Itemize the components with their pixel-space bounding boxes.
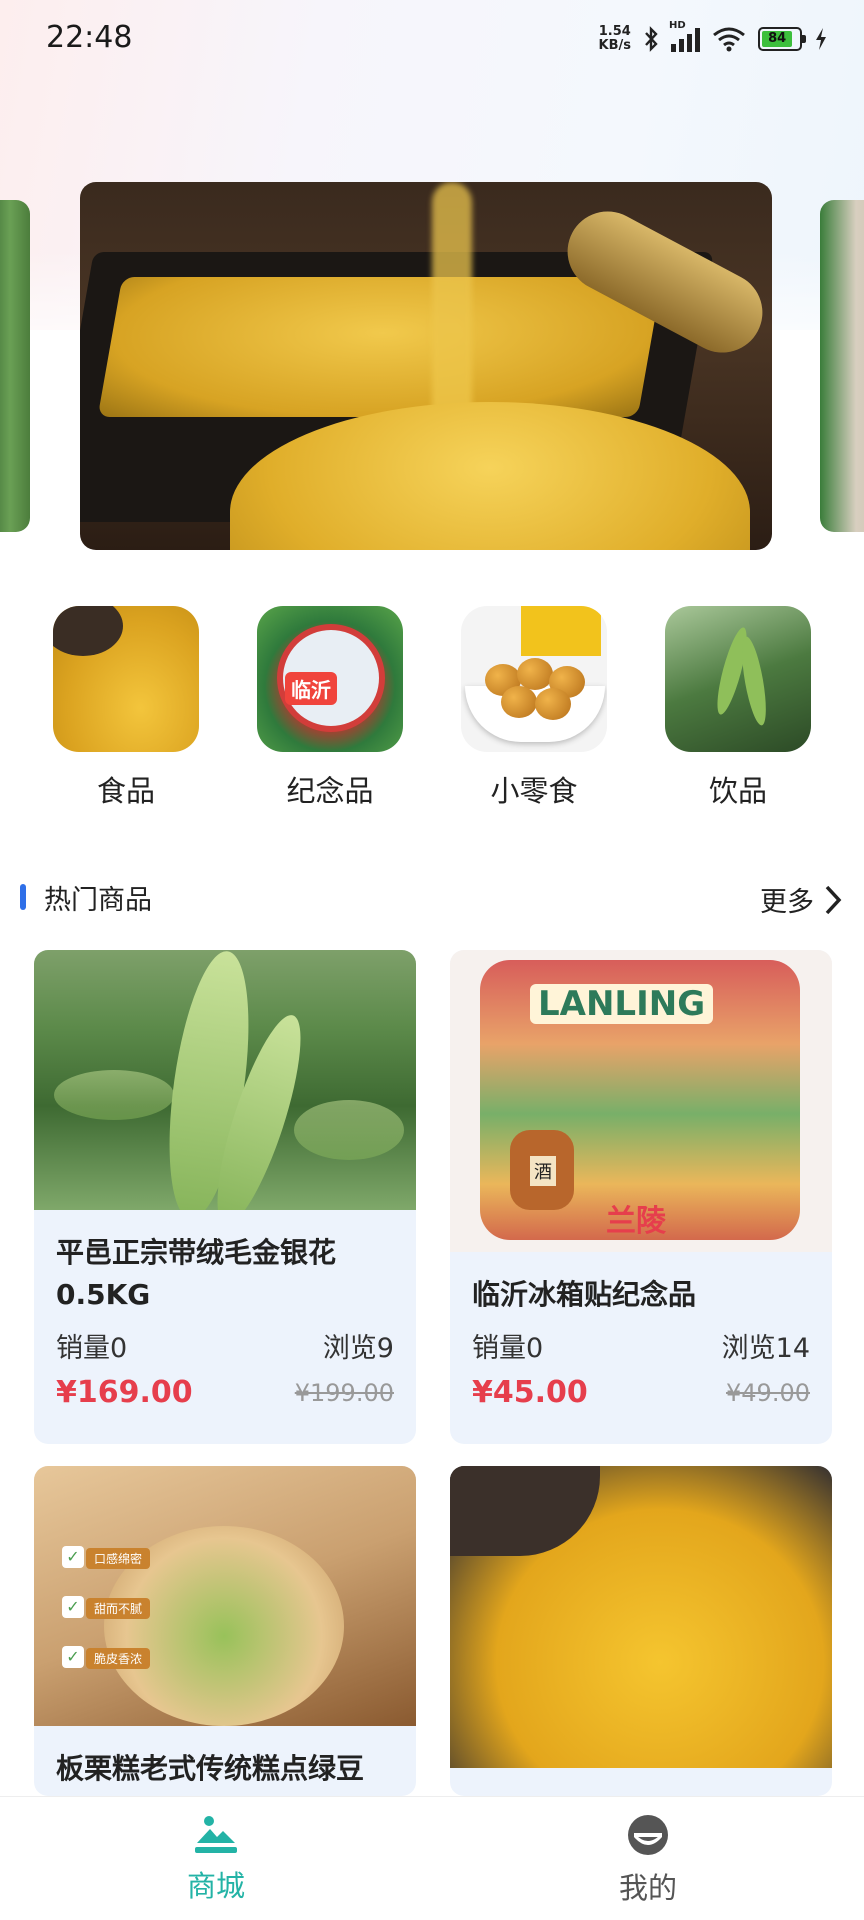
- battery-icon: 84: [758, 27, 806, 51]
- banner-main-slide[interactable]: [80, 182, 772, 550]
- souvenir-image-text: 临沂: [285, 672, 337, 705]
- category-food[interactable]: 食品: [24, 606, 228, 810]
- category-snack[interactable]: 小零食: [432, 606, 636, 810]
- magnet-title: LANLING: [530, 984, 714, 1024]
- product-tag: 脆皮香浓: [86, 1648, 151, 1669]
- category-drink[interactable]: 饮品: [636, 606, 840, 810]
- category-label: 食品: [96, 774, 155, 808]
- product-name: 板栗糕老式传统糕点绿豆: [56, 1752, 365, 1785]
- bottom-tab-bar: 商城 我的: [0, 1796, 864, 1920]
- category-drink-image: [665, 606, 811, 752]
- product-views: 浏览9: [322, 1333, 394, 1364]
- banner-millet-stream: [432, 182, 472, 432]
- product-card[interactable]: [450, 1466, 832, 1796]
- product-original-price: ¥199.00: [294, 1378, 394, 1407]
- product-card[interactable]: ✓ 口感绵密 ✓ 甜而不腻 ✓ 脆皮香浓 板栗糕老式传统糕点绿豆: [34, 1466, 416, 1796]
- product-tag: 甜而不腻: [86, 1598, 151, 1619]
- status-time: 22:48: [46, 20, 133, 55]
- product-sales: 销量0: [56, 1333, 128, 1364]
- product-image: LANLING 酒 兰陵: [450, 950, 832, 1252]
- signal-icon: HD: [669, 20, 700, 52]
- product-image: ✓ 口感绵密 ✓ 甜而不腻 ✓ 脆皮香浓: [34, 1466, 416, 1726]
- banner-millet-bed: [97, 277, 663, 417]
- product-card[interactable]: LANLING 酒 兰陵 临沂冰箱贴纪念品 销量0 浏览14 ¥45.00 ¥4…: [450, 950, 832, 1444]
- banner-next-slide[interactable]: [820, 200, 864, 532]
- product-tag: 口感绵密: [86, 1548, 151, 1569]
- category-food-image: [53, 606, 199, 752]
- banner-prev-slide[interactable]: [0, 200, 30, 532]
- category-souvenir-image: 临沂: [257, 606, 403, 752]
- product-views: 浏览14: [721, 1333, 810, 1364]
- category-label: 纪念品: [286, 774, 374, 808]
- network-type: HD: [669, 20, 686, 31]
- section-title: 热门商品: [44, 885, 152, 916]
- mall-icon: [195, 1816, 237, 1853]
- category-snack-image: [461, 606, 607, 752]
- magnet-jar-text: 酒: [530, 1156, 556, 1186]
- tab-profile[interactable]: 我的: [432, 1797, 864, 1920]
- section-accent-bar: [20, 884, 26, 910]
- product-original-price: ¥49.00: [726, 1378, 810, 1407]
- status-bar: 22:48 1.54 KB/s HD 84: [0, 0, 864, 78]
- product-image: [34, 950, 416, 1210]
- product-card[interactable]: 平邑正宗带绒毛金银花0.5KG 销量0 浏览9 ¥169.00 ¥199.00: [34, 950, 416, 1444]
- tab-label: 我的: [618, 1871, 677, 1905]
- category-souvenir[interactable]: 临沂 纪念品: [228, 606, 432, 810]
- profile-icon: [628, 1815, 668, 1855]
- product-name: 平邑正宗带绒毛金银花0.5KG: [56, 1236, 337, 1311]
- category-label: 小零食: [490, 774, 578, 808]
- net-speed: 1.54 KB/s: [599, 25, 631, 53]
- product-sales: 销量0: [472, 1333, 544, 1364]
- net-speed-unit: KB/s: [598, 38, 631, 53]
- product-image: [450, 1466, 832, 1768]
- tab-mall[interactable]: 商城: [0, 1797, 432, 1920]
- magnet-subtitle: 兰陵: [606, 1204, 666, 1239]
- check-icon: ✓: [62, 1596, 84, 1618]
- category-grid: 食品 临沂 纪念品 小零食 饮品: [0, 606, 864, 810]
- product-price: ¥45.00: [472, 1375, 588, 1410]
- more-link[interactable]: 更多: [760, 880, 844, 919]
- wifi-icon: [713, 27, 745, 52]
- chevron-right-icon: [825, 885, 842, 914]
- more-label: 更多: [760, 887, 814, 918]
- hot-products-header: 热门商品 更多: [20, 874, 844, 922]
- product-name: 临沂冰箱贴纪念品: [472, 1278, 697, 1311]
- battery-level: 84: [762, 31, 793, 47]
- snack-package: [521, 606, 601, 656]
- status-icons: 1.54 KB/s HD 84: [599, 20, 828, 56]
- net-speed-value: 1.54: [598, 24, 631, 39]
- charging-icon: [816, 28, 826, 50]
- check-icon: ✓: [62, 1646, 84, 1668]
- check-icon: ✓: [62, 1546, 84, 1568]
- bluetooth-icon: [645, 26, 658, 52]
- tab-label: 商城: [186, 1869, 245, 1903]
- category-label: 饮品: [708, 774, 767, 808]
- product-price: ¥169.00: [56, 1375, 193, 1410]
